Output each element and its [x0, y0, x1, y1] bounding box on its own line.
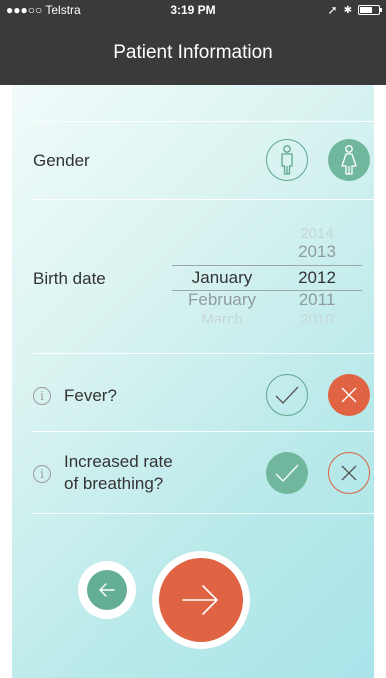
picker-month-selected[interactable]: January [172, 268, 272, 288]
picker-year-option[interactable]: 2011 [282, 290, 352, 310]
female-icon [341, 145, 357, 175]
battery-icon [358, 5, 382, 15]
birth-date-label: Birth date [33, 269, 106, 288]
divider [32, 513, 374, 514]
nav-bar: Patient Information [0, 20, 386, 85]
picker-year-selected[interactable]: 2012 [282, 268, 352, 288]
breathing-info-icon[interactable]: i [33, 465, 51, 483]
next-button[interactable] [152, 551, 250, 649]
close-icon [341, 465, 357, 481]
patient-form: Gender Birth date 2014 2013 January 2012… [12, 85, 374, 678]
close-icon [341, 387, 357, 403]
back-button-circle [87, 570, 127, 610]
gender-female-button[interactable] [328, 139, 370, 181]
fever-yes-button[interactable] [266, 374, 308, 416]
gender-label: Gender [33, 151, 90, 170]
gender-male-button[interactable] [266, 139, 308, 181]
picker-month-option[interactable]: March [172, 311, 272, 323]
check-icon [275, 386, 299, 404]
location-icon: ➚ [327, 3, 338, 17]
bluetooth-icon: ✱ [343, 4, 352, 16]
arrow-left-icon [99, 583, 115, 597]
status-bar: ●●●○○ Telstra 3:19 PM ➚ ✱ [0, 0, 386, 20]
back-button[interactable] [78, 561, 136, 619]
picker-year-option[interactable]: 2013 [282, 242, 352, 262]
fever-label: Fever? [64, 386, 117, 405]
picker-month-option[interactable]: February [172, 290, 272, 310]
fever-no-button[interactable] [328, 374, 370, 416]
fever-info-icon[interactable]: i [33, 387, 51, 405]
status-icons: ➚ ✱ [327, 3, 382, 17]
picker-selection-top [172, 265, 362, 266]
breathing-yes-button[interactable] [266, 452, 308, 494]
next-button-circle [159, 558, 243, 642]
divider [32, 431, 374, 432]
breathing-no-button[interactable] [328, 452, 370, 494]
breathing-label-line2: of breathing? [64, 474, 164, 493]
page-title: Patient Information [113, 41, 273, 63]
male-icon [281, 145, 293, 175]
picker-year-option[interactable]: 2010 [282, 311, 352, 323]
divider [32, 353, 374, 354]
divider [32, 199, 374, 200]
breathing-label-line1: Increased rate [64, 452, 173, 471]
arrow-right-icon [182, 585, 218, 615]
divider [32, 121, 374, 122]
picker-year-option[interactable]: 2014 [282, 225, 352, 242]
check-icon [275, 464, 299, 482]
